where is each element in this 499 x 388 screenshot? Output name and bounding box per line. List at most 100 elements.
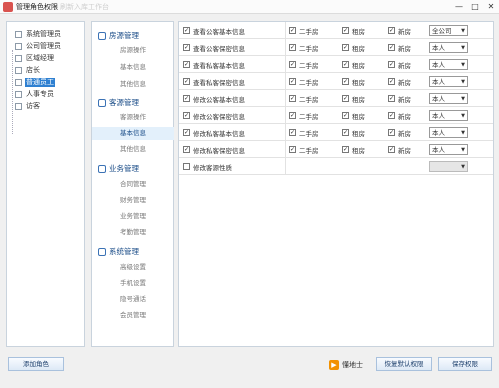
permission-checkbox[interactable]: ✓ [183, 95, 190, 102]
menu-group-business[interactable]: 业务管理 [98, 163, 139, 174]
second-hand-checkbox[interactable]: ✓ [289, 146, 296, 153]
menu-item[interactable]: 其他信息 [92, 143, 174, 156]
menu-item[interactable]: 房源操作 [92, 44, 174, 57]
second-hand-option[interactable]: ✓ 二手房 [289, 124, 319, 141]
second-hand-checkbox[interactable]: ✓ [289, 27, 296, 34]
new-house-checkbox[interactable]: ✓ [388, 146, 395, 153]
permission-name-cell[interactable]: ✓ 修改私客保密信息 [183, 141, 283, 158]
save-button[interactable]: 保存权限 [438, 357, 492, 371]
menu-group-client[interactable]: 客源管理 [98, 97, 139, 108]
scope-select[interactable]: 本人 ▼ [429, 110, 468, 121]
new-house-checkbox[interactable]: ✓ [388, 61, 395, 68]
menu-item[interactable]: 客源操作 [92, 111, 174, 124]
new-house-checkbox[interactable]: ✓ [388, 129, 395, 136]
permission-checkbox[interactable]: ✓ [183, 146, 190, 153]
scope-select[interactable]: 本人 ▼ [429, 59, 468, 70]
menu-item[interactable]: 其他信息 [92, 78, 174, 91]
second-hand-checkbox[interactable]: ✓ [289, 95, 296, 102]
role-checkbox[interactable] [15, 54, 22, 62]
close-icon[interactable]: ✕ [483, 0, 499, 14]
scope-select[interactable]: 本人 ▼ [429, 93, 468, 104]
new-house-checkbox[interactable]: ✓ [388, 78, 395, 85]
permission-name-cell[interactable]: ✓ 查看私客基本信息 [183, 56, 283, 73]
second-hand-option[interactable]: ✓ 二手房 [289, 56, 319, 73]
role-item[interactable]: 店长 [15, 65, 41, 75]
scope-select[interactable]: 本人 ▼ [429, 127, 468, 138]
permission-name-cell[interactable]: ✓ 修改公客保密信息 [183, 107, 283, 124]
permission-checkbox[interactable]: ✓ [183, 44, 190, 51]
rent-checkbox[interactable]: ✓ [342, 78, 349, 85]
menu-item[interactable]: 考勤管理 [92, 226, 174, 239]
rent-checkbox[interactable]: ✓ [342, 112, 349, 119]
new-house-option[interactable]: ✓ 新房 [388, 56, 411, 73]
scope-select[interactable]: 本人 ▼ [429, 42, 468, 53]
role-item[interactable]: 系统管理员 [15, 29, 62, 39]
rent-option[interactable]: ✓ 租房 [342, 39, 365, 56]
rent-option[interactable]: ✓ 租房 [342, 124, 365, 141]
menu-item[interactable]: 业务管理 [92, 210, 174, 223]
menu-item[interactable]: 财务管理 [92, 194, 174, 207]
rent-checkbox[interactable]: ✓ [342, 44, 349, 51]
role-checkbox[interactable] [15, 78, 22, 86]
menu-item[interactable]: 手机设置 [92, 277, 174, 290]
menu-item[interactable]: 隐号通话 [92, 293, 174, 306]
second-hand-option[interactable]: ✓ 二手房 [289, 39, 319, 56]
new-house-checkbox[interactable]: ✓ [388, 44, 395, 51]
permission-checkbox[interactable]: ✓ [183, 112, 190, 119]
role-item[interactable]: 公司管理员 [15, 41, 62, 51]
rent-option[interactable]: ✓ 租房 [342, 22, 365, 39]
role-checkbox[interactable] [15, 42, 22, 50]
permission-checkbox[interactable]: ✓ [183, 61, 190, 68]
menu-item[interactable]: 会员管理 [92, 309, 174, 322]
menu-item-active[interactable]: 基本信息 [92, 127, 174, 140]
menu-item[interactable]: 合同管理 [92, 178, 174, 191]
second-hand-checkbox[interactable]: ✓ [289, 129, 296, 136]
rent-option[interactable]: ✓ 租房 [342, 73, 365, 90]
new-house-checkbox[interactable]: ✓ [388, 27, 395, 34]
permission-name-cell[interactable]: ✓ 修改私客基本信息 [183, 124, 283, 141]
role-item-selected[interactable]: 普通员工 [15, 77, 55, 87]
role-checkbox[interactable] [15, 102, 22, 110]
role-checkbox[interactable] [15, 90, 22, 98]
scope-select[interactable]: 本人 ▼ [429, 76, 468, 87]
rent-option[interactable]: ✓ 租房 [342, 56, 365, 73]
second-hand-option[interactable]: ✓ 二手房 [289, 22, 319, 39]
rent-checkbox[interactable]: ✓ [342, 129, 349, 136]
permission-checkbox[interactable]: ✓ [183, 78, 190, 85]
second-hand-checkbox[interactable]: ✓ [289, 44, 296, 51]
new-house-option[interactable]: ✓ 新房 [388, 107, 411, 124]
second-hand-option[interactable]: ✓ 二手房 [289, 90, 319, 107]
role-item[interactable]: 访客 [15, 101, 41, 111]
rent-checkbox[interactable]: ✓ [342, 146, 349, 153]
rent-option[interactable]: ✓ 租房 [342, 141, 365, 158]
rent-option[interactable]: ✓ 租房 [342, 90, 365, 107]
second-hand-option[interactable]: ✓ 二手房 [289, 141, 319, 158]
minimize-icon[interactable]: — [451, 0, 467, 14]
restore-default-button[interactable]: 恢复默认权限 [376, 357, 432, 371]
second-hand-option[interactable]: ✓ 二手房 [289, 73, 319, 90]
new-house-option[interactable]: ✓ 新房 [388, 124, 411, 141]
new-house-option[interactable]: ✓ 新房 [388, 22, 411, 39]
rent-option[interactable]: ✓ 租房 [342, 107, 365, 124]
rent-checkbox[interactable]: ✓ [342, 27, 349, 34]
menu-group-system[interactable]: 系统管理 [98, 246, 139, 257]
new-house-checkbox[interactable]: ✓ [388, 95, 395, 102]
second-hand-checkbox[interactable]: ✓ [289, 112, 296, 119]
new-house-option[interactable]: ✓ 新房 [388, 90, 411, 107]
role-checkbox[interactable] [15, 30, 22, 38]
permission-name-cell[interactable]: ✓ 查看公客保密信息 [183, 39, 283, 56]
maximize-icon[interactable]: □ [467, 0, 483, 14]
new-house-option[interactable]: ✓ 新房 [388, 73, 411, 90]
scope-select[interactable]: 本人 ▼ [429, 144, 468, 155]
permission-name-cell[interactable]: ✓ 修改公客基本信息 [183, 90, 283, 107]
rent-checkbox[interactable]: ✓ [342, 61, 349, 68]
second-hand-checkbox[interactable]: ✓ [289, 61, 296, 68]
second-hand-checkbox[interactable]: ✓ [289, 78, 296, 85]
permission-name-cell[interactable]: ✓ 查看私客保密信息 [183, 73, 283, 90]
menu-group-house[interactable]: 房源管理 [98, 30, 139, 41]
menu-item[interactable]: 基本信息 [92, 61, 174, 74]
role-item[interactable]: 人事专员 [15, 89, 55, 99]
new-house-option[interactable]: ✓ 新房 [388, 39, 411, 56]
add-role-button[interactable]: 添加角色 [8, 357, 64, 371]
menu-item[interactable]: 高级设置 [92, 261, 174, 274]
